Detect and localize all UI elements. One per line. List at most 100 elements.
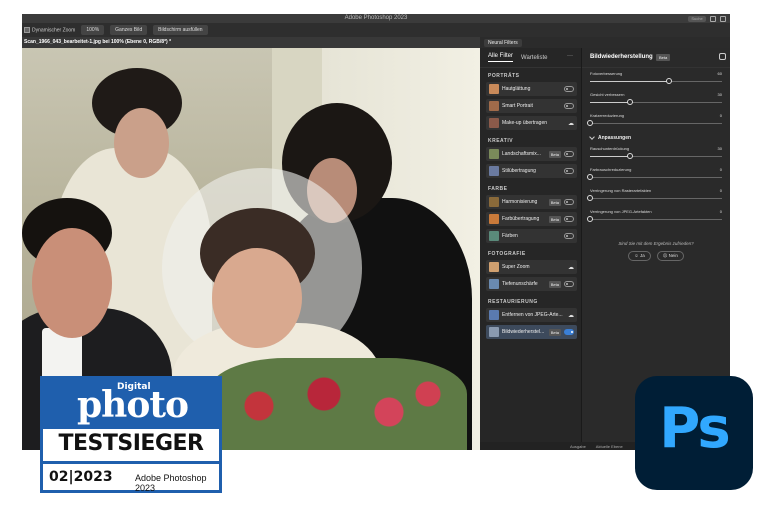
- search-icon[interactable]: [710, 15, 716, 22]
- filter-thumbnail: [489, 279, 499, 289]
- slider-handle[interactable]: [587, 174, 593, 180]
- slider-handle[interactable]: [587, 195, 593, 201]
- filter-toggle[interactable]: [564, 151, 574, 157]
- adjustments-label: Anpassungen: [598, 135, 632, 141]
- fill-screen-button[interactable]: Bildschirm ausfüllen: [153, 25, 208, 35]
- dynamic-zoom-label: Dynamischer Zoom: [32, 27, 76, 34]
- filter-label: Harmonisierung: [502, 199, 538, 205]
- filter-sections: PORTRÄTS Hautglättung Smart Portrait Make-u…: [480, 68, 581, 339]
- chevron-down-icon[interactable]: [589, 134, 595, 140]
- slider-label: Verringerung von JPEG-Artefakten: [590, 209, 652, 214]
- filter-toggle[interactable]: [564, 199, 574, 205]
- slider-fill: [590, 156, 630, 157]
- slider-handle[interactable]: [626, 153, 633, 159]
- badge-header: Digital photo: [43, 379, 219, 429]
- tab-waitlist[interactable]: Warteliste: [521, 55, 547, 61]
- zoom-100-button[interactable]: 100%: [81, 25, 105, 35]
- filter-thumbnail: [489, 197, 499, 207]
- filter-toggle[interactable]: [564, 86, 574, 92]
- filter-item[interactable]: Tiefenunschärfe Beta: [486, 277, 577, 291]
- checkbox-icon[interactable]: [24, 26, 30, 33]
- filter-label: Make-up übertragen: [502, 120, 548, 126]
- neural-filters-header: Neural Filters: [480, 37, 730, 48]
- filter-item[interactable]: Entfernen von JPEG-Arte... ☁: [486, 308, 577, 322]
- filter-item[interactable]: Stilübertragung: [486, 164, 577, 178]
- beta-badge: Beta: [548, 198, 561, 206]
- slider-handle[interactable]: [587, 120, 593, 126]
- slider-fill: [590, 102, 630, 103]
- filter-item[interactable]: Smart Portrait: [486, 99, 577, 113]
- slider-handle[interactable]: [666, 78, 673, 84]
- slider-label: Verringerung von Rasterartefakten: [590, 188, 652, 193]
- slider-label: Farbrauschreduzierung: [590, 167, 632, 172]
- filter-thumbnail: [489, 327, 499, 337]
- slider-handle[interactable]: [587, 216, 593, 222]
- ps-logo-text: Ps: [659, 396, 730, 461]
- beta-badge: Beta: [548, 150, 561, 158]
- slider: Fotoverbesserung 60: [590, 68, 722, 89]
- filter-item[interactable]: Landschaftsmix... Beta: [486, 147, 577, 161]
- cloud-download-icon[interactable]: ☁: [568, 264, 574, 271]
- filter-toggle[interactable]: [564, 329, 574, 335]
- section-title: FOTOGRAFIE: [488, 251, 526, 257]
- slider-value: 0: [719, 188, 722, 193]
- neural-filters-tab[interactable]: Neural Filters: [484, 39, 522, 47]
- adjustments-header[interactable]: Anpassungen: [589, 134, 722, 141]
- slider-track[interactable]: [590, 219, 722, 220]
- badge-award-text: TESTSIEGER: [58, 431, 204, 456]
- photo-person-face: [114, 108, 169, 178]
- filter-item[interactable]: Bildwiederherstel... Beta: [486, 325, 577, 339]
- no-button[interactable]: ☹ Nein: [656, 251, 684, 261]
- filter-item[interactable]: Make-up übertragen ☁: [486, 116, 577, 130]
- slider: Verringerung von Rasterartefakten 0: [587, 185, 722, 206]
- slider-handle[interactable]: [626, 99, 633, 105]
- filter-toggle[interactable]: [564, 216, 574, 222]
- filter-item[interactable]: Super Zoom ☁: [486, 260, 577, 274]
- filter-tabs: Alle Filter Warteliste ···: [480, 48, 581, 68]
- detail-title: Bildwiederherstellung: [590, 54, 653, 60]
- filter-thumbnail: [489, 84, 499, 94]
- title-bar: Adobe Photoshop 2023 Suche: [22, 14, 730, 23]
- filter-label: Smart Portrait: [502, 103, 533, 109]
- slider-track[interactable]: [590, 177, 722, 178]
- filter-thumbnail: [489, 214, 499, 224]
- filter-item[interactable]: Färben: [486, 229, 577, 243]
- section-title: KREATIV: [488, 138, 514, 144]
- badge-product: Adobe Photoshop 2023: [135, 473, 207, 493]
- slider: Farbrauschreduzierung 0: [587, 164, 722, 185]
- beta-badge: Beta: [548, 215, 561, 223]
- slider-value: 0: [719, 167, 722, 172]
- filter-toggle[interactable]: [564, 103, 574, 109]
- document-tab[interactable]: Scan_1966_043_bearbeitet-1.jpg bei 100% …: [22, 37, 480, 48]
- photo-bride-face: [212, 248, 302, 348]
- slider-value: 30: [717, 146, 722, 151]
- tab-all-filters[interactable]: Alle Filter: [488, 53, 514, 62]
- yes-button[interactable]: ☺ Ja: [628, 251, 651, 261]
- no-label: Nein: [668, 253, 678, 258]
- slider: Gesicht verbessern 30: [590, 89, 722, 110]
- reset-icon[interactable]: [719, 53, 726, 60]
- badge-issue: 02|2023: [49, 469, 113, 485]
- cloud-download-icon[interactable]: ☁: [568, 120, 574, 127]
- slider-track[interactable]: [590, 198, 722, 199]
- search-field[interactable]: Suche: [688, 15, 706, 22]
- cloud-download-icon[interactable]: ☁: [568, 312, 574, 319]
- workspace-icon[interactable]: [720, 15, 726, 22]
- filter-item[interactable]: Hautglättung: [486, 82, 577, 96]
- filter-thumbnail: [489, 231, 499, 241]
- filter-toggle[interactable]: [564, 233, 574, 239]
- scroll-all-option[interactable]: Dynamischer Zoom: [24, 26, 76, 34]
- slider-fill: [590, 81, 670, 82]
- filter-label: Landschaftsmix...: [502, 151, 541, 157]
- filter-toggle[interactable]: [564, 281, 574, 287]
- section-title: PORTRÄTS: [488, 73, 520, 79]
- slider-label: Fotoverbesserung: [590, 71, 623, 76]
- filter-item[interactable]: Farbübertragung Beta: [486, 212, 577, 226]
- photo-groom-face: [32, 228, 112, 338]
- filter-item[interactable]: Harmonisierung Beta: [486, 195, 577, 209]
- output-select[interactable]: Aktuelle Ebene: [596, 444, 623, 449]
- filter-toggle[interactable]: [564, 168, 574, 174]
- fit-screen-button[interactable]: Ganzes Bild: [110, 25, 148, 35]
- more-options-icon[interactable]: ···: [567, 53, 573, 59]
- slider-track[interactable]: [590, 123, 722, 124]
